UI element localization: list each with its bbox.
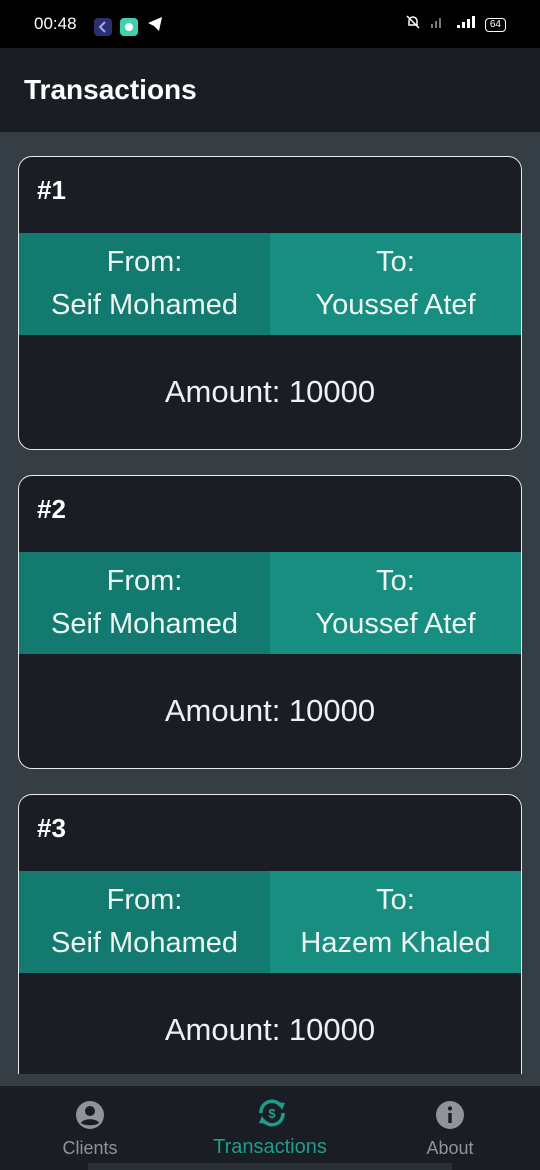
- from-section: From: Seif Mohamed: [19, 233, 270, 335]
- to-section: To: Youssef Atef: [270, 552, 521, 654]
- app-notification-icon: [94, 17, 112, 36]
- from-name: Seif Mohamed: [51, 927, 238, 959]
- transaction-card: #1 From: Seif Mohamed To: Youssef Atef A…: [18, 156, 522, 450]
- status-time: 00:48: [34, 14, 77, 33]
- app-bar: Transactions: [0, 48, 540, 132]
- system-status-icons: 64: [405, 14, 506, 35]
- from-section: From: Seif Mohamed: [19, 871, 270, 973]
- chat-app-icon: [120, 17, 138, 36]
- from-label: From:: [106, 884, 183, 916]
- from-name: Seif Mohamed: [51, 608, 238, 640]
- from-section: From: Seif Mohamed: [19, 552, 270, 654]
- gesture-bar: [88, 1163, 452, 1170]
- from-label: From:: [106, 565, 183, 597]
- mute-bell-icon: [405, 14, 421, 35]
- info-icon: [435, 1100, 465, 1130]
- nav-item-about[interactable]: About: [360, 1086, 540, 1170]
- telegram-icon: [146, 15, 164, 38]
- nav-label-clients: Clients: [62, 1138, 118, 1158]
- amount: Amount: 10000: [164, 374, 376, 409]
- transaction-number: #3: [37, 813, 66, 843]
- from-name: Seif Mohamed: [51, 289, 238, 321]
- status-bar: 00:48 64: [0, 0, 540, 48]
- amount: Amount: 10000: [164, 1012, 376, 1047]
- bottom-navigation: Clients $ Transactions About: [0, 1086, 540, 1170]
- notification-icons: [94, 15, 164, 38]
- transaction-card: #2 From: Seif Mohamed To: Youssef Atef A…: [18, 475, 522, 769]
- transaction-parties: From: Seif Mohamed To: Hazem Khaled: [19, 871, 521, 973]
- currency-exchange-icon: $: [255, 1096, 285, 1127]
- from-label: From:: [106, 246, 183, 278]
- signal-sim1-icon: [429, 14, 447, 35]
- transaction-number: #1: [37, 175, 66, 205]
- transaction-number: #2: [37, 494, 66, 524]
- transaction-card: #3 From: Seif Mohamed To: Hazem Khaled A…: [18, 794, 522, 1074]
- to-label: To:: [376, 884, 415, 916]
- to-name: Youssef Atef: [315, 289, 476, 321]
- page-title: Transactions: [24, 74, 197, 105]
- to-label: To:: [376, 565, 415, 597]
- account-circle-icon: [75, 1100, 105, 1130]
- to-name: Hazem Khaled: [300, 927, 491, 959]
- transaction-parties: From: Seif Mohamed To: Youssef Atef: [19, 233, 521, 335]
- to-section: To: Youssef Atef: [270, 233, 521, 335]
- nav-item-transactions[interactable]: $ Transactions: [180, 1086, 360, 1170]
- battery-icon: 64: [484, 17, 506, 32]
- signal-sim2-icon: [455, 14, 477, 35]
- svg-text:$: $: [268, 1106, 276, 1121]
- nav-item-clients[interactable]: Clients: [0, 1086, 180, 1170]
- to-label: To:: [376, 246, 415, 278]
- amount: Amount: 10000: [164, 693, 376, 728]
- transactions-list[interactable]: #1 From: Seif Mohamed To: Youssef Atef A…: [0, 132, 540, 1074]
- nav-label-transactions: Transactions: [213, 1136, 327, 1158]
- transaction-parties: From: Seif Mohamed To: Youssef Atef: [19, 552, 521, 654]
- to-section: To: Hazem Khaled: [270, 871, 521, 973]
- nav-label-about: About: [426, 1138, 474, 1158]
- to-name: Youssef Atef: [315, 608, 476, 640]
